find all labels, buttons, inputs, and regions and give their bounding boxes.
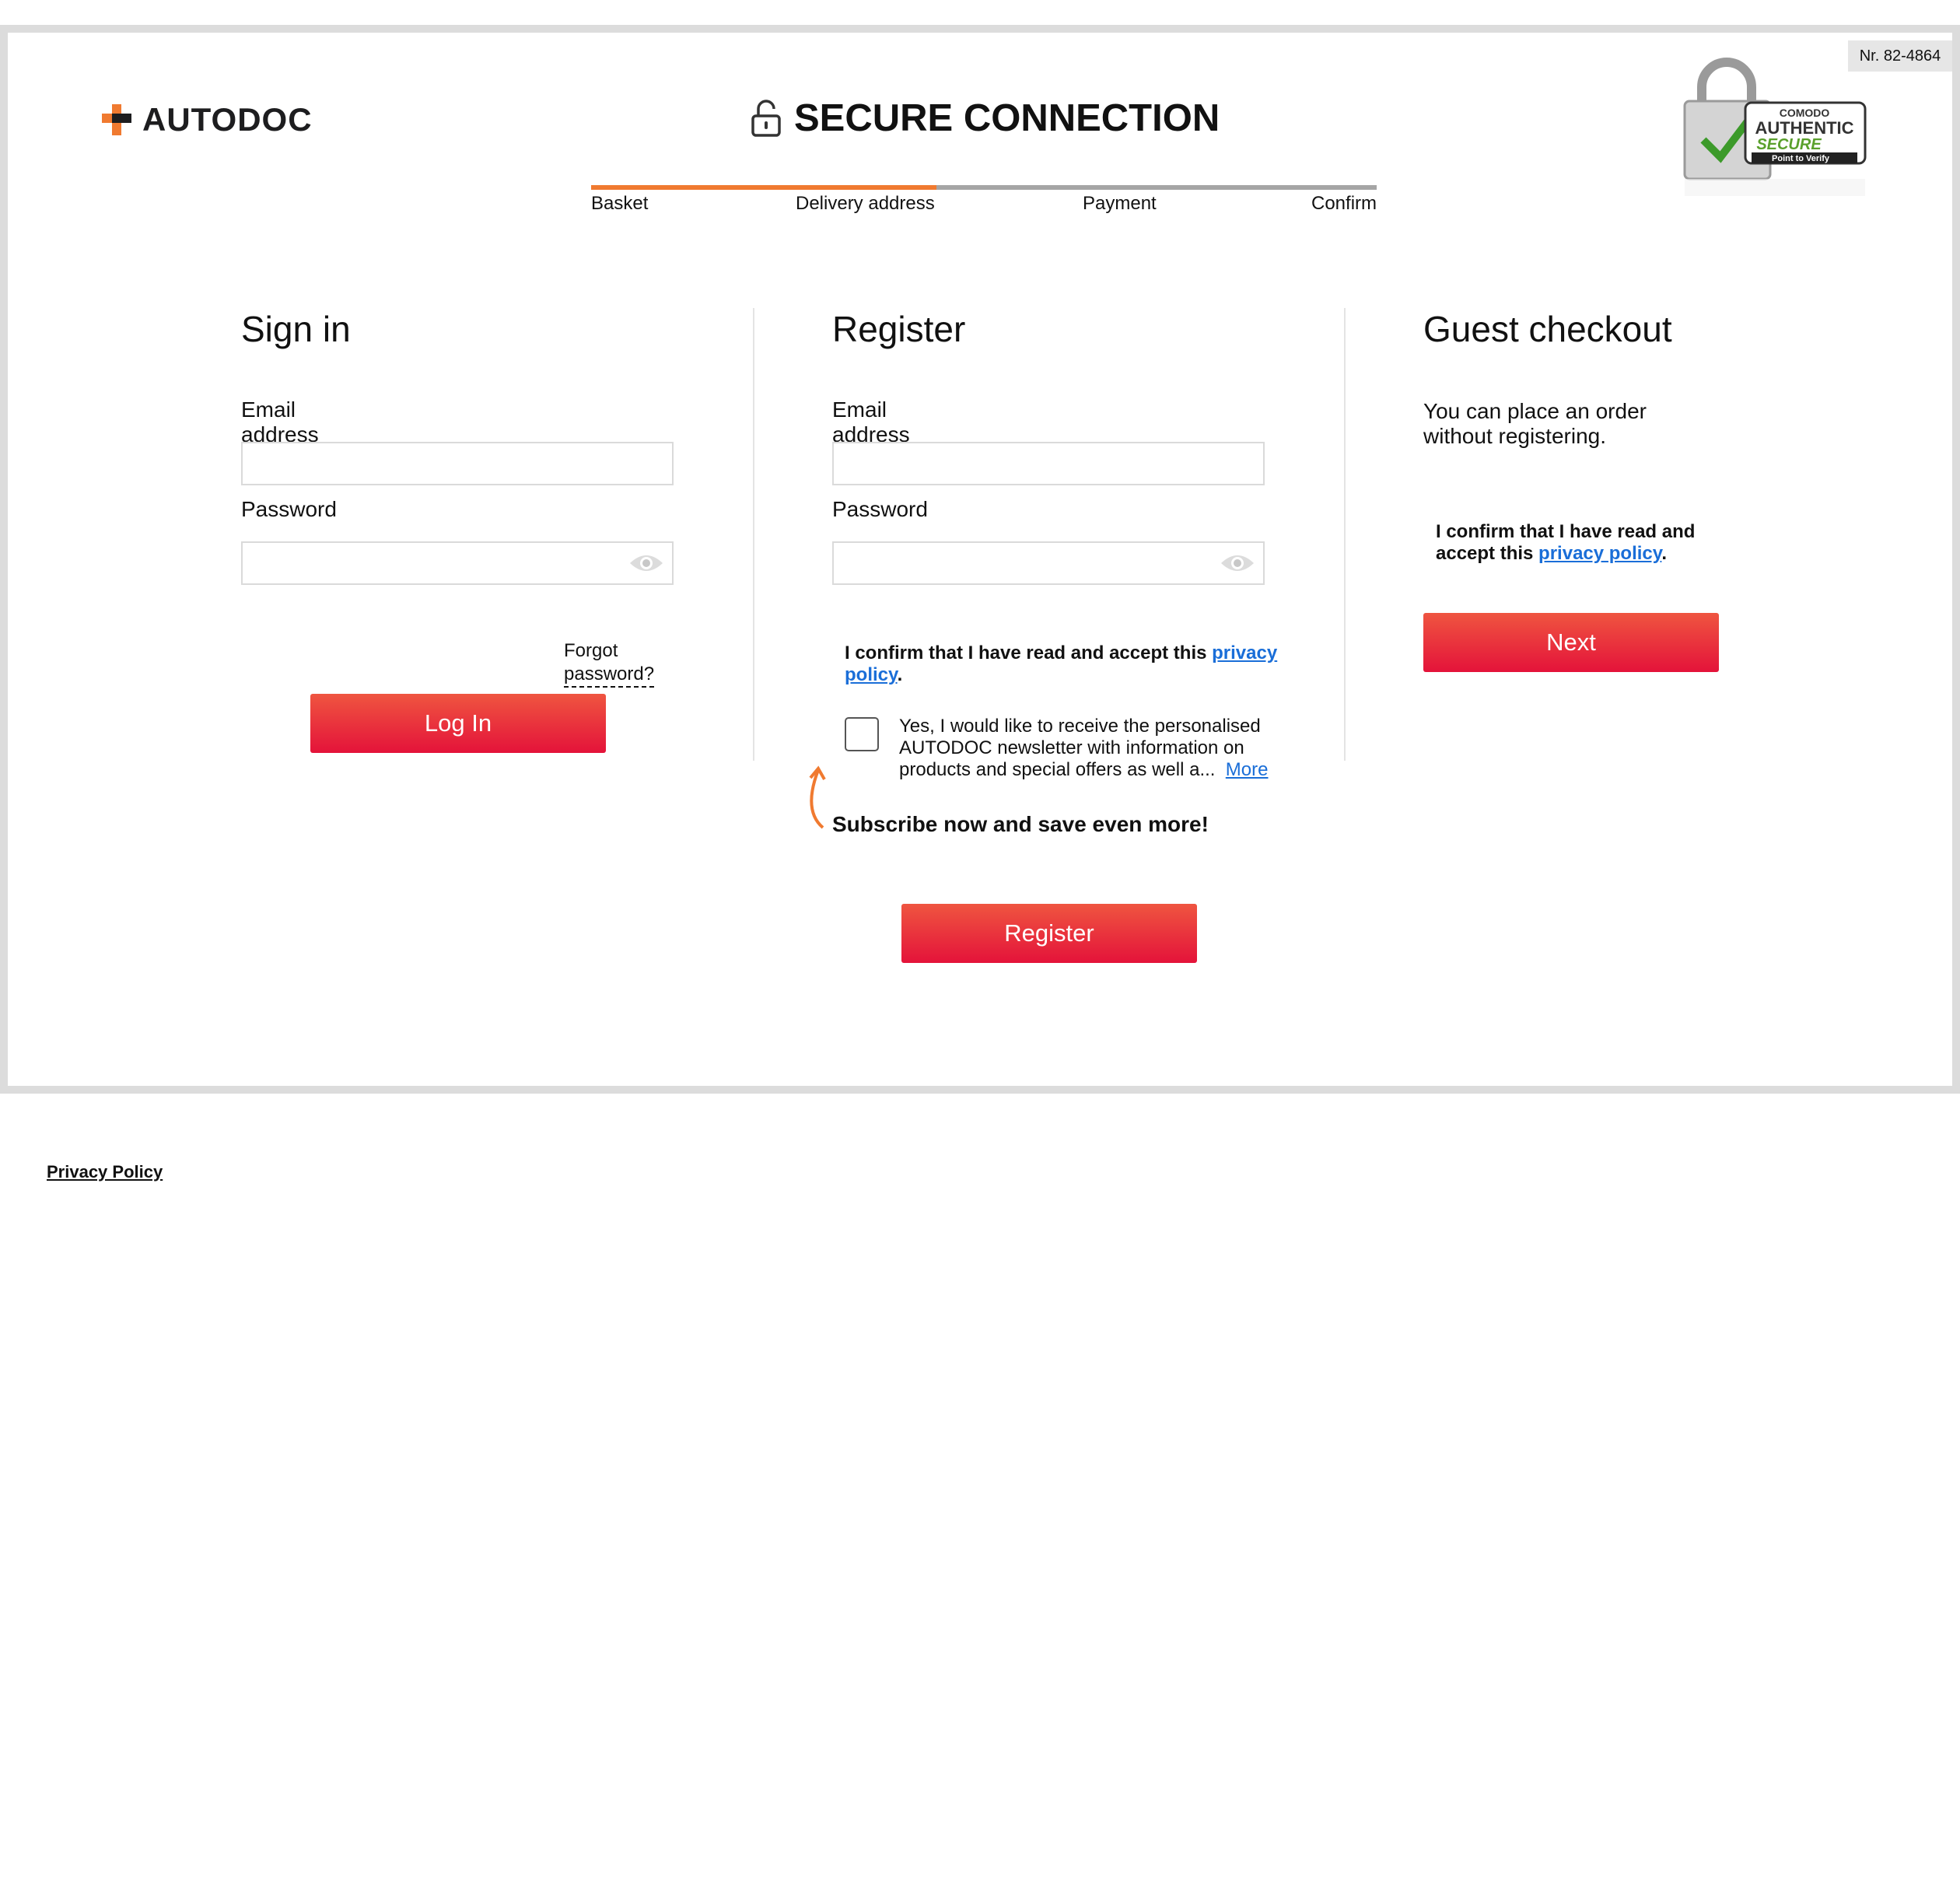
seal-line3: Point to Verify <box>1772 154 1830 163</box>
signin-email-input[interactable] <box>243 443 672 484</box>
register-confirm-end: . <box>897 664 903 685</box>
register-title: Register <box>832 309 966 349</box>
step-basket[interactable]: Basket <box>591 193 648 215</box>
guest-description: You can place an order without registeri… <box>1423 399 1647 448</box>
signin-email-label: Email address <box>241 397 319 446</box>
next-button[interactable]: Next <box>1423 613 1719 672</box>
register-password-input[interactable] <box>834 543 1263 583</box>
register-email-field[interactable] <box>832 442 1265 485</box>
signin-section: Sign in Email address Password Forgot pa… <box>241 308 674 753</box>
guest-confirm-end: . <box>1661 543 1668 564</box>
register-button[interactable]: Register <box>901 904 1197 963</box>
guest-privacy-confirm: I confirm that I have read and accept th… <box>1436 521 1731 565</box>
register-password-field[interactable] <box>832 541 1265 585</box>
autodoc-logo[interactable]: AUTODOC <box>102 101 313 138</box>
register-section: Register Email address Password I confir… <box>809 308 1277 963</box>
register-confirm-text: I confirm that I have read and accept th… <box>845 642 1213 663</box>
checkout-card: Nr. 82-4864 AUTODOC SECURE CONNECTION CO… <box>8 33 1952 1086</box>
seal-line2: SECURE <box>1756 136 1822 153</box>
signin-password-input[interactable] <box>243 543 672 583</box>
newsletter-description: Yes, I would like to receive the persona… <box>899 716 1288 781</box>
show-password-icon[interactable] <box>628 551 664 576</box>
login-button[interactable]: Log In <box>310 694 606 753</box>
page-frame: Nr. 82-4864 AUTODOC SECURE CONNECTION CO… <box>0 25 1960 1094</box>
newsletter-checkbox[interactable] <box>845 717 879 751</box>
step-delivery-address: Delivery address <box>796 193 935 214</box>
newsletter-more-link[interactable]: More <box>1226 759 1269 780</box>
column-divider <box>1344 308 1346 761</box>
guest-title: Guest checkout <box>1423 309 1672 349</box>
newsletter-text: Yes, I would like to receive the persona… <box>899 716 1261 780</box>
progress-fill <box>591 185 937 190</box>
show-password-icon[interactable] <box>1220 551 1255 576</box>
seal-top-text: COMODO <box>1780 107 1830 119</box>
comodo-seal[interactable]: COMODO AUTHENTIC SECURE Point to Verify <box>1680 56 1871 196</box>
signin-password-field[interactable] <box>241 541 674 585</box>
curved-arrow-icon <box>809 765 826 829</box>
register-email-input[interactable] <box>834 443 1263 484</box>
guest-privacy-link[interactable]: privacy policy <box>1538 543 1661 564</box>
page-title: SECURE CONNECTION <box>794 97 1220 139</box>
seal-line1: AUTHENTIC <box>1755 118 1853 138</box>
padlock-icon <box>751 100 781 137</box>
signin-email-field[interactable] <box>241 442 674 485</box>
column-divider <box>753 308 754 761</box>
cross-icon <box>102 104 131 135</box>
register-password-label: Password <box>832 497 928 521</box>
register-privacy-confirm: I confirm that I have read and accept th… <box>845 642 1280 686</box>
brand-name: AUTODOC <box>142 101 313 138</box>
footer-privacy-policy-link[interactable]: Privacy Policy <box>47 1162 163 1182</box>
forgot-password-link[interactable]: Forgot password? <box>564 639 655 688</box>
guest-section: Guest checkout You can place an order wi… <box>1423 308 1719 672</box>
subscribe-promo: Subscribe now and save even more! <box>832 812 1209 836</box>
register-email-label: Email address <box>832 397 910 446</box>
secure-connection-header: SECURE CONNECTION <box>751 96 1220 140</box>
step-payment: Payment <box>1083 193 1157 214</box>
step-confirm: Confirm <box>1311 193 1377 214</box>
signin-title: Sign in <box>241 309 351 349</box>
signin-password-label: Password <box>241 497 337 521</box>
